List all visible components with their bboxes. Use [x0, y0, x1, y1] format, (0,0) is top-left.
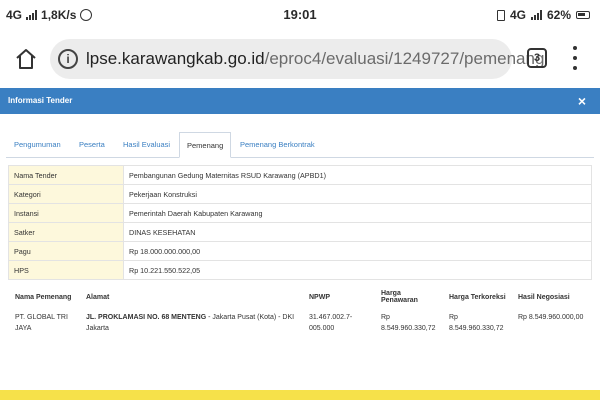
- winner-address: JL. PROKLAMASI NO. 68 MENTENG - Jakarta …: [79, 306, 302, 334]
- tab-pengumuman[interactable]: Pengumuman: [14, 132, 61, 158]
- url-text[interactable]: lpse.karawangkab.go.id/eproc4/evaluasi/1…: [86, 49, 544, 69]
- tender-info-table: Nama Tender Pembangunan Gedung Maternitas…: [8, 165, 592, 280]
- info-label: Satker: [8, 222, 124, 242]
- url-domain: lpse.karawangkab.go.id: [86, 49, 265, 68]
- page-footer-strip: [0, 390, 600, 400]
- table-header-row: Nama Pemenang Alamat NPWP Harga Penawara…: [8, 288, 592, 306]
- table-row: Kategori Pekerjaan Konstruksi: [8, 184, 592, 204]
- harga-penawaran: Rp 8.549.960.330,72: [381, 314, 436, 332]
- info-label: Pagu: [8, 241, 124, 261]
- table-row: PT. GLOBAL TRI JAYA JL. PROKLAMASI NO. 6…: [8, 306, 592, 334]
- network-type-right: 4G: [509, 8, 526, 22]
- address-bar[interactable]: i lpse.karawangkab.go.id/eproc4/evaluasi…: [50, 39, 544, 79]
- modal-title: Informasi Tender: [8, 96, 73, 105]
- address-street: JL. PROKLAMASI NO. 68 MENTENG: [86, 314, 207, 321]
- tab-peserta[interactable]: Peserta: [79, 132, 105, 158]
- overflow-menu-icon[interactable]: [570, 46, 580, 70]
- tab-pemenang[interactable]: Pemenang: [179, 132, 232, 158]
- column-header: Harga Penawaran: [381, 290, 418, 304]
- close-button[interactable]: ×: [578, 93, 586, 109]
- winner-name: PT. GLOBAL TRI JAYA: [15, 314, 68, 332]
- home-icon[interactable]: [14, 47, 38, 71]
- modal-header: Informasi Tender ×: [0, 88, 600, 114]
- info-value: Rp 18.000.000.000,00: [123, 241, 592, 261]
- status-right: 4G 62%: [496, 8, 590, 22]
- column-header: Hasil Negosiasi: [518, 293, 570, 301]
- info-value: Pembangunan Gedung Maternitas RSUD Karaw…: [123, 165, 592, 185]
- hasil-negosiasi: Rp 8.549.960.000,00: [518, 314, 584, 321]
- tab-pemenang-berkontrak[interactable]: Pemenang Berkontrak: [240, 132, 315, 158]
- info-value: Pekerjaan Konstruksi: [123, 184, 592, 204]
- browser-toolbar: i lpse.karawangkab.go.id/eproc4/evaluasi…: [0, 30, 600, 88]
- table-row: HPS Rp 10.221.550.522,05: [8, 260, 592, 280]
- column-header: Nama Pemenang: [15, 293, 72, 301]
- info-label: HPS: [8, 260, 124, 280]
- url-path: /eproc4/evaluasi/1249727/pemenang: [264, 49, 545, 68]
- status-bar: 4G 1,8K/s 19:01 4G 62%: [0, 0, 600, 30]
- tab-switcher-button[interactable]: 3: [527, 48, 547, 68]
- info-icon[interactable]: i: [58, 49, 78, 69]
- column-header: Alamat: [86, 293, 110, 301]
- info-value: Pemerintah Daerah Kabupaten Karawang: [123, 203, 592, 223]
- table-row: Satker DINAS KESEHATAN: [8, 222, 592, 242]
- tab-hasil-evaluasi[interactable]: Hasil Evaluasi: [123, 132, 170, 158]
- vibrate-icon: [496, 9, 505, 21]
- tab-bar: Pengumuman Peserta Hasil Evaluasi Pemena…: [6, 132, 594, 158]
- winner-npwp: 31.467.002.7-005.000: [309, 314, 353, 332]
- winner-table: Nama Pemenang Alamat NPWP Harga Penawara…: [8, 288, 592, 334]
- table-row: Nama Tender Pembangunan Gedung Maternitas…: [8, 165, 592, 185]
- info-value: DINAS KESEHATAN: [123, 222, 592, 242]
- info-label: Instansi: [8, 203, 124, 223]
- column-header: NPWP: [309, 293, 330, 301]
- battery-icon: [576, 11, 590, 19]
- harga-terkoreksi: Rp 8.549.960.330,72: [449, 314, 504, 332]
- table-row: Instansi Pemerintah Daerah Kabupaten Kara…: [8, 203, 592, 223]
- info-label: Kategori: [8, 184, 124, 204]
- modal-footer: [0, 374, 600, 390]
- table-row: Pagu Rp 18.000.000.000,00: [8, 241, 592, 261]
- info-label: Nama Tender: [8, 165, 124, 185]
- battery-percent: 62%: [546, 8, 571, 22]
- modal-body: Pengumuman Peserta Hasil Evaluasi Pemena…: [0, 114, 600, 374]
- signal-icon-right: [530, 10, 542, 20]
- column-header: Harga Terkoreksi: [449, 293, 506, 301]
- info-value: Rp 10.221.550.522,05: [123, 260, 592, 280]
